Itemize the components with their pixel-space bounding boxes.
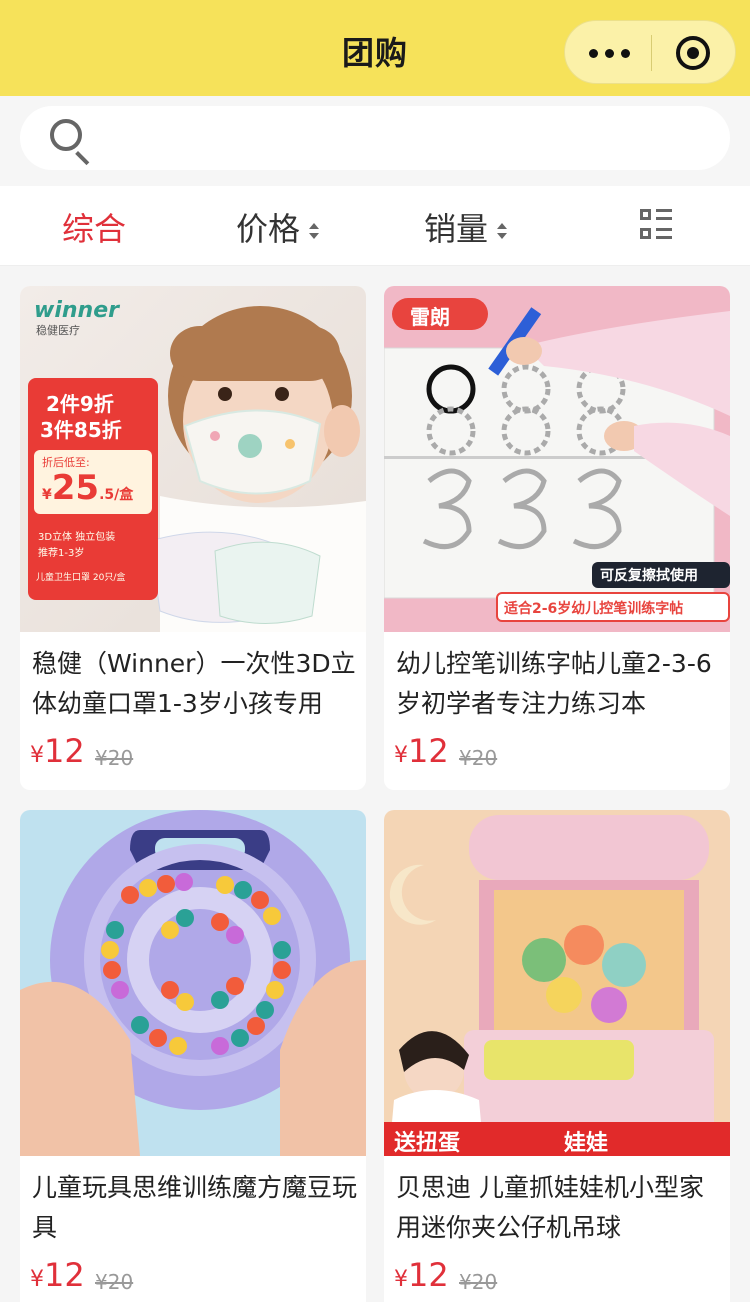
search-box[interactable] xyxy=(20,106,730,170)
brand-badge: 雷朗 xyxy=(392,298,488,330)
product-name[interactable]: 儿童玩具思维训练魔方魔豆玩具 xyxy=(32,1168,358,1248)
product-card[interactable]: 儿童玩具思维训练魔方魔豆玩具 ¥12 ¥20 xyxy=(20,810,366,1302)
tab-price[interactable]: 价格 xyxy=(236,204,320,250)
product-card[interactable]: 送扭蛋 娃娃 贝思迪 儿童抓娃娃机小型家用迷你夹公仔机吊球 ¥12 ¥20 xyxy=(384,810,730,1302)
sort-arrows-icon xyxy=(496,221,508,241)
brand-subtitle: 稳健医疗 xyxy=(36,324,80,337)
tab-sales[interactable]: 销量 xyxy=(424,204,508,250)
product-price: ¥12 xyxy=(30,732,85,770)
list-view-icon[interactable] xyxy=(640,209,672,241)
header-bar: 团购 xyxy=(0,0,750,96)
original-price: ¥20 xyxy=(95,746,134,770)
product-name[interactable]: 贝思迪 儿童抓娃娃机小型家用迷你夹公仔机吊球 xyxy=(396,1168,722,1248)
feature-banner: 适合2-6岁幼儿控笔训练字帖 xyxy=(496,592,730,622)
product-name[interactable]: 稳健（Winner）一次性3D立体幼童口罩1-3岁小孩专用 xyxy=(32,644,358,724)
promo-note: 儿童卫生口罩 20只/盒 xyxy=(36,573,126,583)
feature-badge: 可反复擦拭使用 xyxy=(592,562,730,588)
mini-program-capsule xyxy=(564,20,736,84)
product-price: ¥12 xyxy=(394,1256,449,1294)
promo-note: 推荐1-3岁 xyxy=(38,548,85,559)
product-price: ¥12 xyxy=(394,732,449,770)
badge-text: 可反复擦拭使用 xyxy=(600,568,698,584)
promo-panel: 2件9折 3件85折 折后低至: ¥25.5/盒 3D立体 独立包装 推荐1-3… xyxy=(28,378,158,600)
banner-text: 送扭蛋 xyxy=(394,1131,461,1156)
brand-logo: 雷朗 xyxy=(410,305,450,329)
search-area xyxy=(0,96,750,186)
brand-logo: winner xyxy=(34,298,119,323)
original-price: ¥20 xyxy=(459,1270,498,1294)
promo-note: 3D立体 独立包装 xyxy=(38,532,116,543)
tab-label: 综合 xyxy=(62,210,127,248)
tab-label: 价格 xyxy=(236,210,301,248)
product-image[interactable]: 送扭蛋 娃娃 xyxy=(384,810,730,1156)
search-input[interactable] xyxy=(130,114,710,162)
product-price: ¥12 xyxy=(30,1256,85,1294)
sort-bar: 综合 价格 销量 xyxy=(0,186,750,266)
product-image[interactable]: 雷朗 可反复擦拭使用 适合2-6岁幼儿控笔训练字帖 xyxy=(384,286,730,632)
product-image[interactable]: winner 稳健医疗 2件9折 3件85折 折后低至: ¥25.5/盒 3D立… xyxy=(20,286,366,632)
capsule-divider xyxy=(651,35,652,71)
product-name[interactable]: 幼儿控笔训练字帖儿童2-3-6岁初学者专注力练习本 xyxy=(396,644,722,724)
banner-text: 娃娃 xyxy=(564,1131,609,1156)
tab-comprehensive[interactable]: 综合 xyxy=(62,204,126,250)
original-price: ¥20 xyxy=(95,1270,134,1294)
original-price: ¥20 xyxy=(459,746,498,770)
more-dots-icon[interactable] xyxy=(589,39,633,67)
tab-label: 销量 xyxy=(424,210,489,248)
price-box: 折后低至: ¥25.5/盒 xyxy=(34,450,152,514)
promo-banner: 送扭蛋 娃娃 xyxy=(384,1122,730,1156)
promo-text: 3件85折 xyxy=(40,418,122,442)
target-icon[interactable] xyxy=(676,36,710,70)
product-card[interactable]: winner 稳健医疗 2件9折 3件85折 折后低至: ¥25.5/盒 3D立… xyxy=(20,286,366,790)
promo-text: 2件9折 xyxy=(46,392,114,416)
product-image[interactable] xyxy=(20,810,366,1156)
product-card[interactable]: 雷朗 可反复擦拭使用 适合2-6岁幼儿控笔训练字帖 幼儿控笔训练字帖儿童2-3-… xyxy=(384,286,730,790)
sort-arrows-icon xyxy=(308,221,320,241)
search-icon[interactable] xyxy=(50,119,82,151)
banner-text: 适合2-6岁幼儿控笔训练字帖 xyxy=(504,601,684,617)
promo-price: ¥25.5/盒 xyxy=(42,468,134,508)
